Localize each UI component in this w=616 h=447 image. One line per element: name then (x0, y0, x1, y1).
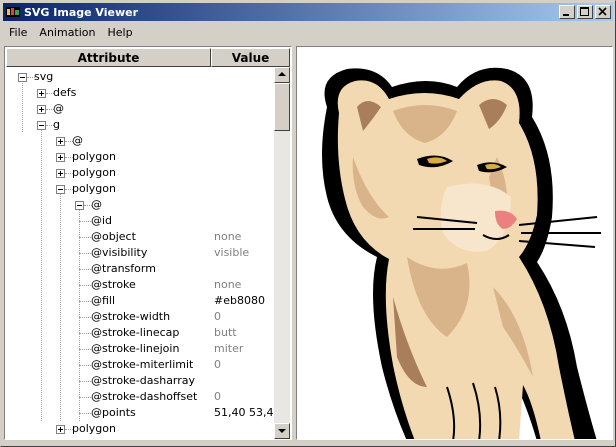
tree-node-label: @object (91, 230, 136, 243)
tree-node-value: visible (214, 246, 250, 259)
tree-row[interactable]: @stroke-dasharray (6, 373, 274, 389)
tree-node-label: @transform (91, 262, 156, 275)
column-header-value[interactable]: Value (211, 48, 290, 67)
tree-row[interactable]: svg (6, 69, 274, 85)
tree-row[interactable]: @stroke none (6, 277, 274, 293)
tree-node-value: 0 (214, 310, 221, 323)
tree-node-label: polygon (72, 182, 116, 195)
tree-row[interactable]: @ (6, 197, 274, 213)
close-button[interactable] (595, 5, 611, 19)
tree-node-value: 0 (214, 358, 221, 371)
expand-icon[interactable] (37, 89, 46, 98)
title-bar[interactable]: SVG Image Viewer (3, 3, 613, 21)
attribute-tree: svg defs @ g @ polygon polygon polygon @ @id @obje… (6, 67, 274, 439)
app-icon[interactable] (5, 4, 21, 20)
tree-row[interactable]: polygon (6, 165, 274, 181)
menu-file[interactable]: File (3, 26, 33, 39)
tree-row[interactable]: @stroke-miterlimit 0 (6, 357, 274, 373)
tree-row[interactable]: @ (6, 133, 274, 149)
collapse-icon[interactable] (56, 185, 65, 194)
tree-node-label: @fill (91, 294, 116, 307)
column-header-attribute[interactable]: Attribute (6, 48, 211, 67)
minimize-button[interactable] (559, 5, 575, 19)
tree-row[interactable]: defs (6, 85, 274, 101)
tree-node-label: @points (91, 406, 136, 419)
tree-row[interactable]: g (6, 117, 274, 133)
tree-node-label: g (53, 118, 60, 131)
scroll-thumb[interactable] (274, 83, 290, 131)
tree-node-label: defs (53, 86, 77, 99)
menu-animation[interactable]: Animation (33, 26, 101, 39)
tree-node-label: @stroke-miterlimit (91, 358, 194, 371)
tree-row[interactable]: @fill #eb8080 (6, 293, 274, 309)
tree-row[interactable]: @points 51,40 53,40 5 (6, 405, 274, 421)
tree-node-label: @stroke-linecap (91, 326, 180, 339)
tree-row[interactable]: @ (6, 101, 274, 117)
tree-row[interactable]: @id (6, 213, 274, 229)
tree-node-label: @ (72, 134, 83, 147)
lion-cub-image (322, 67, 601, 439)
tree-node-label: svg (34, 70, 54, 83)
tree-row[interactable]: polygon (6, 421, 274, 437)
tree-scrollbar[interactable] (274, 67, 290, 439)
menu-help[interactable]: Help (102, 26, 139, 39)
maximize-button[interactable] (577, 5, 593, 19)
tree-node-label: @visibility (91, 246, 148, 259)
tree-node-value: butt (214, 326, 237, 339)
tree-node-label: @stroke-linejoin (91, 342, 180, 355)
tree-row[interactable]: @stroke-linejoin miter (6, 341, 274, 357)
app-window: SVG Image Viewer File Animation Help Att… (0, 0, 616, 447)
svg-canvas[interactable] (296, 46, 613, 440)
tree-node-label: @stroke-dasharray (91, 374, 196, 387)
tree-node-value: miter (214, 342, 244, 355)
tree-row[interactable]: @transform (6, 261, 274, 277)
tree-node-label: @ (53, 102, 64, 115)
tree-node-label: polygon (72, 166, 116, 179)
tree-header: Attribute Value (6, 48, 290, 67)
expand-icon[interactable] (56, 425, 65, 434)
tree-node-value: 51,40 53,40 5 (214, 406, 274, 419)
menu-bar: File Animation Help (3, 23, 613, 42)
tree-row[interactable]: polygon (6, 181, 274, 197)
scroll-up-button[interactable] (274, 67, 290, 83)
arrow-up-icon (278, 72, 286, 76)
tree-node-label: polygon (72, 150, 116, 163)
expand-icon[interactable] (56, 153, 65, 162)
tree-node-value: 0 (214, 390, 221, 403)
scroll-down-button[interactable] (274, 423, 290, 439)
expand-icon[interactable] (56, 137, 65, 146)
tree-row[interactable]: @stroke-width 0 (6, 309, 274, 325)
tree-node-label: @stroke-dashoffset (91, 390, 198, 403)
tree-node-label: @ (91, 198, 102, 211)
expand-icon[interactable] (37, 105, 46, 114)
collapse-icon[interactable] (75, 201, 84, 210)
window-title: SVG Image Viewer (24, 5, 139, 19)
tree-node-label: polygon (72, 422, 116, 435)
tree-row[interactable]: @stroke-linecap butt (6, 325, 274, 341)
collapse-icon[interactable] (37, 121, 46, 130)
tree-node-label: @stroke (91, 278, 136, 291)
tree-node-label: @id (91, 214, 113, 227)
expand-icon[interactable] (56, 169, 65, 178)
tree-row[interactable]: polygon (6, 149, 274, 165)
attribute-tree-panel: Attribute Value svg defs @ g @ polygon polygon… (4, 46, 292, 440)
tree-node-label: @stroke-width (91, 310, 171, 323)
arrow-down-icon (278, 429, 286, 433)
tree-node-value: none (214, 278, 242, 291)
tree-row[interactable]: @visibility visible (6, 245, 274, 261)
collapse-icon[interactable] (18, 73, 27, 82)
tree-row[interactable]: @object none (6, 229, 274, 245)
tree-node-value: #eb8080 (214, 294, 265, 307)
tree-node-value: none (214, 230, 242, 243)
tree-row[interactable]: @stroke-dashoffset 0 (6, 389, 274, 405)
